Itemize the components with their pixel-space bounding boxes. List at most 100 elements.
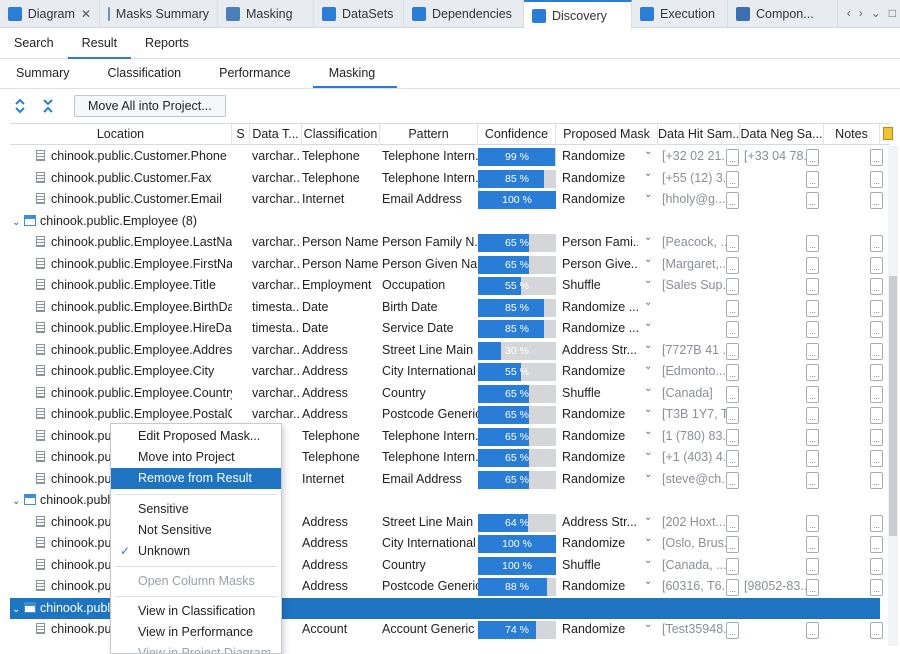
notes-more-button[interactable]: ... — [870, 235, 883, 252]
chevron-down-icon[interactable]: ⌄ — [644, 576, 652, 587]
table-row[interactable]: chinook.public.Customer.Email varchar... I… — [10, 189, 883, 211]
table-row[interactable]: chinook.public.Customer.Phone varchar... T… — [10, 146, 883, 168]
hit-sample-more-button[interactable]: ... — [726, 471, 739, 489]
hit-sample-more-button[interactable]: ... — [726, 428, 739, 446]
notes-more-button[interactable]: ... — [870, 514, 883, 532]
hit-sample-more-button[interactable]: ... — [726, 192, 739, 209]
notes-more-button[interactable]: ... — [870, 342, 883, 360]
menu-sensitive[interactable]: Sensitive — [111, 499, 281, 520]
menu-edit-proposed-mask[interactable]: Edit Proposed Mask... — [111, 426, 281, 447]
close-icon[interactable]: ✕ — [81, 7, 91, 21]
tab-classification[interactable]: Classification — [91, 60, 203, 88]
table-row[interactable]: chinook.public.Employee.Address varchar..… — [10, 340, 883, 362]
proposed-mask-cell[interactable]: Person Fami... — [562, 232, 638, 254]
chevron-down-icon[interactable]: ⌄ — [644, 340, 652, 351]
tab-summary[interactable]: Summary — [0, 60, 91, 88]
column-header-s[interactable]: S — [232, 124, 250, 145]
proposed-mask-cell[interactable]: Randomize ... — [562, 297, 638, 319]
column-header-data-hit-sam[interactable]: Data Hit Sam... — [658, 124, 740, 145]
tab-search[interactable]: Search — [0, 29, 68, 59]
hit-sample-more-button[interactable]: ... — [726, 364, 739, 381]
neg-sample-more-button[interactable]: ... — [806, 536, 819, 553]
proposed-mask-cell[interactable]: Randomize — [562, 168, 638, 190]
menu-unknown[interactable]: ✓ Unknown — [111, 541, 281, 562]
chevron-down-icon[interactable]: ⌄ — [644, 619, 652, 630]
chevron-down-icon[interactable]: ⌄ — [644, 275, 652, 286]
chevron-down-icon[interactable]: ⌄ — [644, 512, 652, 523]
notes-more-button[interactable]: ... — [870, 622, 883, 639]
column-header-location[interactable]: Location — [10, 124, 232, 145]
column-header-classification[interactable]: Classification — [302, 124, 380, 145]
notes-more-button[interactable]: ... — [870, 407, 883, 424]
scrollbar-thumb[interactable] — [889, 276, 897, 536]
proposed-mask-cell[interactable]: Randomize — [562, 426, 638, 448]
neg-sample-more-button[interactable]: ... — [806, 256, 819, 274]
tab-datasets[interactable]: DataSets — [314, 0, 404, 28]
neg-sample-more-button[interactable]: ... — [806, 579, 819, 596]
notes-more-button[interactable]: ... — [870, 536, 883, 553]
chevron-down-icon[interactable]: ⌄ — [644, 232, 652, 243]
hit-sample-more-button[interactable]: ... — [726, 514, 739, 532]
neg-sample-more-button[interactable]: ... — [806, 342, 819, 360]
neg-sample-more-button[interactable]: ... — [806, 471, 819, 489]
hit-sample-more-button[interactable]: ... — [726, 622, 739, 639]
neg-sample-more-button[interactable]: ... — [806, 407, 819, 424]
chevron-down-icon[interactable]: ⌄ — [644, 297, 652, 308]
table-row[interactable]: chinook.public.Employee.FirstNam varchar.… — [10, 254, 883, 276]
proposed-mask-cell[interactable]: Randomize ... — [562, 318, 638, 340]
chevron-down-icon[interactable]: ⌄ — [644, 426, 652, 437]
chevron-down-icon[interactable]: ⌄ — [644, 447, 652, 458]
neg-sample-more-button[interactable]: ... — [806, 170, 819, 188]
move-all-into-project-button[interactable]: Move All into Project... — [74, 95, 226, 117]
tab-reports[interactable]: Reports — [131, 29, 203, 59]
proposed-mask-cell[interactable]: Randomize — [562, 469, 638, 491]
notes-more-button[interactable]: ... — [870, 192, 883, 209]
menu-move-into-project[interactable]: Move into Project — [111, 447, 281, 468]
notes-more-button[interactable]: ... — [870, 557, 883, 575]
notes-more-button[interactable]: ... — [870, 385, 883, 403]
chevron-down-icon[interactable]: ⌄ — [644, 146, 652, 157]
notes-more-button[interactable]: ... — [870, 428, 883, 446]
tab-masking[interactable]: Masking — [312, 60, 398, 88]
tab-masking[interactable]: Masking — [218, 0, 314, 28]
proposed-mask-cell[interactable]: Randomize — [562, 189, 638, 211]
hit-sample-more-button[interactable]: ... — [726, 579, 739, 596]
chevron-down-icon[interactable]: ⌄ — [644, 361, 652, 372]
neg-sample-more-button[interactable]: ... — [806, 364, 819, 381]
collapse-all-icon[interactable] — [40, 98, 56, 114]
expand-toggle-icon[interactable]: ⌄ — [12, 212, 24, 233]
hit-sample-more-button[interactable]: ... — [726, 342, 739, 360]
notes-more-button[interactable]: ... — [870, 321, 883, 338]
neg-sample-more-button[interactable]: ... — [806, 428, 819, 446]
neg-sample-more-button[interactable]: ... — [806, 299, 819, 317]
chevron-down-icon[interactable]: ⌄ — [871, 6, 881, 20]
notes-more-button[interactable]: ... — [870, 170, 883, 188]
notes-more-button[interactable]: ... — [870, 364, 883, 381]
chevron-down-icon[interactable]: ⌄ — [644, 383, 652, 394]
table-row[interactable]: chinook.public.Customer.Fax varchar... Tel… — [10, 168, 883, 190]
neg-sample-more-button[interactable]: ... — [806, 235, 819, 252]
neg-sample-more-button[interactable]: ... — [806, 149, 819, 166]
proposed-mask-cell[interactable]: Randomize — [562, 619, 638, 641]
notes-more-button[interactable]: ... — [870, 278, 883, 295]
hit-sample-more-button[interactable]: ... — [726, 235, 739, 252]
notes-more-button[interactable]: ... — [870, 149, 883, 166]
hit-sample-more-button[interactable]: ... — [726, 536, 739, 553]
proposed-mask-cell[interactable]: Shuffle — [562, 383, 638, 405]
column-header-pattern[interactable]: Pattern — [380, 124, 478, 145]
table-row[interactable]: chinook.public.Employee.BirthDate timesta… — [10, 297, 883, 319]
table-row[interactable]: chinook.public.Employee.City varchar... Ad… — [10, 361, 883, 383]
column-header-confidence[interactable]: Confidence — [478, 124, 556, 145]
hit-sample-more-button[interactable]: ... — [726, 385, 739, 403]
chevron-down-icon[interactable]: ⌄ — [644, 555, 652, 566]
hit-sample-more-button[interactable]: ... — [726, 278, 739, 295]
hit-sample-more-button[interactable]: ... — [726, 407, 739, 424]
vertical-scrollbar[interactable] — [888, 146, 898, 646]
chevron-down-icon[interactable]: ⌄ — [644, 404, 652, 415]
menu-remove-from-result[interactable]: Remove from Result — [111, 468, 281, 489]
chevron-down-icon[interactable]: ⌄ — [644, 189, 652, 200]
proposed-mask-cell[interactable]: Address Str... — [562, 512, 638, 534]
chevron-down-icon[interactable]: ⌄ — [644, 533, 652, 544]
hit-sample-more-button[interactable]: ... — [726, 321, 739, 338]
tab-diagram[interactable]: Diagram ✕ — [0, 0, 100, 28]
